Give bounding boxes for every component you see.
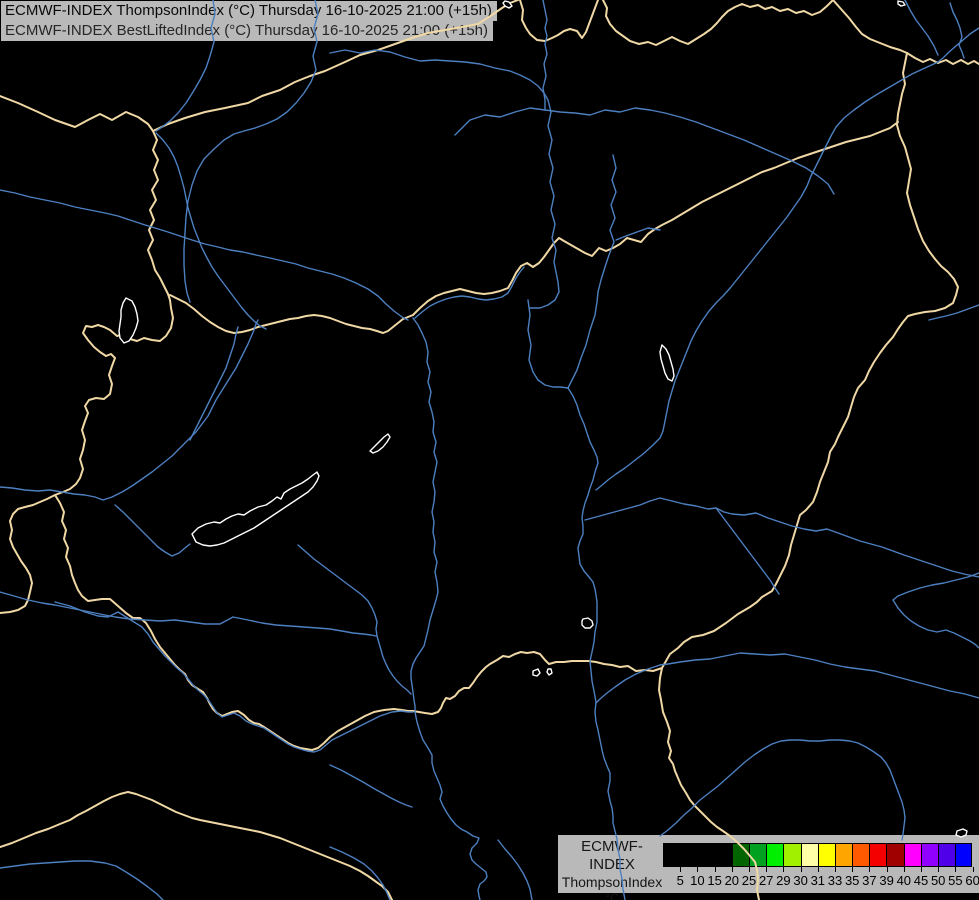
legend-tick-value: 35 [845, 873, 859, 888]
legend-tick-mark [715, 867, 716, 872]
legend-tick-mark [852, 867, 853, 872]
legend-tick-value: 10 [690, 873, 704, 888]
legend-color-cell [818, 843, 835, 867]
lake-balaton [192, 472, 319, 546]
legend-color-cell [955, 843, 972, 867]
legend-tick-value: 50 [931, 873, 945, 888]
legend-color-cell [869, 843, 886, 867]
legend-tick-mark [973, 867, 974, 872]
legend-tick-value: 15 [707, 873, 721, 888]
legend-tick-mark [938, 867, 939, 872]
legend-tick-value: 25 [742, 873, 756, 888]
legend-tick-mark [732, 867, 733, 872]
legend-tick-value: 30 [793, 873, 807, 888]
legend-tick-mark [835, 867, 836, 872]
legend-color-bar [663, 843, 972, 867]
weather-map-canvas: ECMWF-INDEX ThompsonIndex (°C) Thursday … [0, 0, 979, 900]
legend-tick-mark [887, 867, 888, 872]
legend-color-cell [715, 843, 732, 867]
map-title-thompson-index: ECMWF-INDEX ThompsonIndex (°C) Thursday … [1, 1, 497, 21]
legend-tick-mark [904, 867, 905, 872]
country-borders [0, 0, 979, 900]
legend-color-cell [766, 843, 783, 867]
legend-color-cell [938, 843, 955, 867]
legend-tick-mark [801, 867, 802, 872]
legend-tick-value: 45 [914, 873, 928, 888]
color-scale-legend: ECMWF-INDEX ThompsonIndex °C 51015202527… [558, 835, 979, 893]
lakes [119, 1, 967, 837]
legend-color-cell [801, 843, 818, 867]
legend-tick-mark [869, 867, 870, 872]
legend-tick-mark [921, 867, 922, 872]
legend-color-cell [886, 843, 903, 867]
legend-color-cell [663, 843, 680, 867]
legend-tick-mark [818, 867, 819, 872]
map-title-best-lifted-index: ECMWF-INDEX BestLiftedIndex (°C) Thursda… [1, 21, 493, 41]
legend-color-cell [697, 843, 714, 867]
legend-model-name: ECMWF-INDEX [560, 838, 664, 874]
legend-tick-value: 55 [948, 873, 962, 888]
legend-tick-value: 60 [965, 873, 979, 888]
legend-tick-value: 37 [862, 873, 876, 888]
legend-color-cell [732, 843, 749, 867]
legend-tick-mark [783, 867, 784, 872]
legend-tick-mark [955, 867, 956, 872]
legend-tick-value: 27 [759, 873, 773, 888]
legend-color-cell [852, 843, 869, 867]
legend-tick-value: 29 [776, 873, 790, 888]
lake-neusiedl [119, 298, 138, 343]
legend-label: ECMWF-INDEX ThompsonIndex °C [560, 838, 664, 900]
legend-color-cell [749, 843, 766, 867]
legend-color-cell [680, 843, 697, 867]
legend-unit: °C [560, 891, 664, 900]
legend-tick-value: 40 [897, 873, 911, 888]
legend-tick-mark [749, 867, 750, 872]
legend-tick-mark [766, 867, 767, 872]
legend-tick-mark [697, 867, 698, 872]
map-graphic [0, 0, 979, 900]
rivers [0, 0, 979, 900]
lake-tisza [660, 345, 674, 381]
legend-tick-value: 5 [677, 873, 684, 888]
legend-color-cell [835, 843, 852, 867]
legend-color-cell [904, 843, 921, 867]
legend-color-cell [921, 843, 938, 867]
legend-color-cell [783, 843, 800, 867]
legend-tick-value: 31 [811, 873, 825, 888]
legend-tick-value: 33 [828, 873, 842, 888]
lake-velence [370, 434, 390, 453]
legend-tick-value: 20 [725, 873, 739, 888]
legend-parameter-name: ThompsonIndex [560, 874, 664, 891]
legend-tick-mark [680, 867, 681, 872]
legend-tick-value: 39 [879, 873, 893, 888]
